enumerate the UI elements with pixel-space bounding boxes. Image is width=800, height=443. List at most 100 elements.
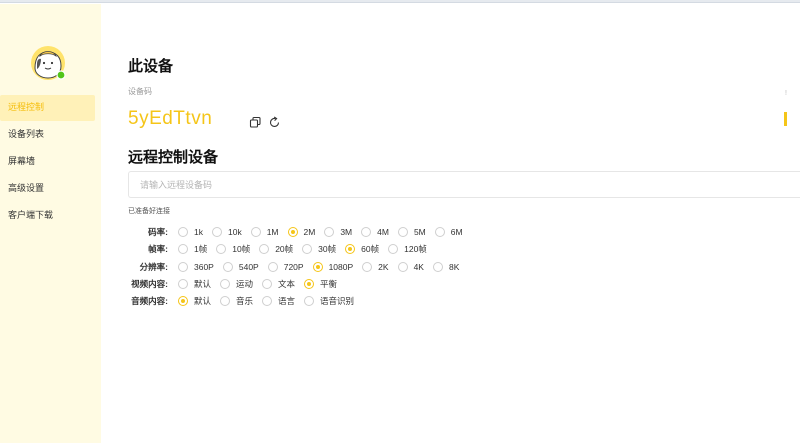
framerate-option-label: 120帧 — [404, 244, 427, 254]
bitrate-radio-option[interactable]: 5M — [397, 227, 426, 237]
video-content-radio-option[interactable]: 运动 — [220, 278, 253, 290]
video-content-radio-option[interactable]: 默认 — [178, 278, 211, 290]
video-content-option-label: 默认 — [194, 279, 212, 289]
audio-content-radio-option[interactable]: 默认 — [178, 295, 211, 307]
radio-circle-icon — [312, 262, 323, 272]
sidebar-nav: 远程控制 设备列表 屏幕墙 高级设置 客户端下载 — [0, 95, 101, 230]
bitrate-options-row: 码率: 1k 10k 1M 2M 3M 4M 5M 6M — [128, 225, 472, 239]
radio-circle-icon — [304, 279, 315, 289]
audio-content-radio-option[interactable]: 音乐 — [220, 295, 253, 307]
radio-circle-icon — [178, 296, 188, 306]
resolution-label: 分辨率: — [139, 262, 168, 272]
video-content-option-label: 文本 — [278, 279, 296, 289]
bitrate-radio-option[interactable]: 6M — [434, 227, 463, 237]
radio-circle-icon — [304, 296, 315, 306]
radio-circle-icon — [287, 227, 298, 237]
radio-circle-icon — [388, 244, 399, 254]
bitrate-radio-option[interactable]: 10k — [211, 227, 242, 237]
sidebar-item-remote-control[interactable]: 远程控制 — [0, 95, 95, 121]
sidebar-item-client-download[interactable]: 客户端下载 — [0, 203, 101, 229]
remote-device-code-input[interactable] — [128, 171, 800, 198]
bitrate-option-label: 3M — [340, 227, 353, 237]
video-content-options-row: 视频内容: 默认 运动 文本 平衡 — [128, 277, 346, 291]
video-content-radio-option[interactable]: 平衡 — [304, 278, 337, 290]
resolution-option-label: 4K — [413, 262, 424, 272]
radio-circle-icon — [432, 262, 443, 272]
resolution-radio-option[interactable]: 4K — [397, 262, 424, 272]
radio-circle-icon — [178, 227, 188, 237]
resolution-option-label: 2K — [378, 262, 389, 272]
online-status-dot — [56, 70, 66, 80]
radio-circle-icon — [216, 244, 227, 254]
audio-content-option-label: 语音识别 — [320, 296, 355, 306]
resolution-option-label: 8K — [448, 262, 460, 272]
bitrate-radio-option[interactable]: 1M — [250, 227, 279, 237]
framerate-options-row: 帧率: 1帧 10帧 20帧 30帧 60帧 120帧 — [128, 242, 436, 256]
sidebar: 远程控制 设备列表 屏幕墙 高级设置 客户端下载 — [0, 4, 101, 443]
framerate-radio-option[interactable]: 60帧 — [345, 243, 379, 255]
bitrate-option-label: 1M — [266, 227, 279, 237]
radio-circle-icon — [262, 279, 273, 289]
resolution-radio-option[interactable]: 720P — [267, 262, 304, 272]
this-device-title: 此设备 — [128, 58, 174, 75]
bitrate-option-label: 10k — [227, 227, 242, 237]
audio-content-options-row: 音频内容: 默认 音乐 语言 语音识别 — [128, 294, 363, 308]
resolution-radio-option[interactable]: 1080P — [312, 262, 353, 272]
framerate-radio-option[interactable]: 10帧 — [216, 243, 250, 255]
audio-content-radio-option[interactable]: 语言 — [262, 295, 295, 307]
audio-content-label: 音频内容: — [131, 296, 168, 306]
avatar[interactable] — [29, 44, 67, 82]
audio-content-option-label: 语言 — [278, 296, 296, 306]
radio-circle-icon — [262, 296, 273, 306]
device-code: 5yEdTtvn — [128, 108, 213, 129]
audio-content-option-label: 默认 — [194, 296, 212, 306]
resolution-radio-option[interactable]: 8K — [432, 262, 460, 272]
sidebar-item-advanced-settings[interactable]: 高级设置 — [0, 176, 101, 202]
bitrate-radio-option[interactable]: 2M — [287, 227, 315, 237]
bitrate-radio-option[interactable]: 4M — [361, 227, 389, 237]
framerate-label: 帧率: — [148, 244, 168, 254]
bitrate-radio-option[interactable]: 1k — [178, 227, 203, 237]
video-content-label: 视频内容: — [131, 279, 168, 289]
resolution-radio-option[interactable]: 540P — [222, 262, 259, 272]
copy-icon[interactable] — [249, 116, 262, 129]
radio-circle-icon — [250, 227, 261, 237]
framerate-radio-option[interactable]: 30帧 — [302, 243, 336, 255]
radio-circle-icon — [267, 262, 278, 272]
radio-circle-icon — [361, 227, 372, 237]
bitrate-label: 码率: — [148, 227, 168, 237]
radio-circle-icon — [178, 244, 188, 254]
resolution-radio-option[interactable]: 2K — [362, 262, 389, 272]
framerate-radio-option[interactable]: 120帧 — [388, 243, 427, 255]
framerate-option-label: 1帧 — [194, 244, 208, 254]
edge-accent-bar — [784, 112, 787, 126]
radio-circle-icon — [324, 227, 335, 237]
framerate-option-label: 60帧 — [361, 244, 380, 254]
radio-circle-icon — [178, 279, 188, 289]
radio-circle-icon — [220, 279, 231, 289]
framerate-radio-option[interactable]: 20帧 — [259, 243, 293, 255]
radio-circle-icon — [259, 244, 270, 254]
resolution-option-label: 360P — [194, 262, 214, 272]
audio-content-radio-option[interactable]: 语音识别 — [304, 295, 354, 307]
framerate-option-label: 20帧 — [275, 244, 294, 254]
radio-circle-icon — [222, 262, 233, 272]
radio-circle-icon — [211, 227, 222, 237]
sidebar-item-screen-wall[interactable]: 屏幕墙 — [0, 149, 101, 175]
framerate-option-label: 30帧 — [318, 244, 337, 254]
radio-circle-icon — [178, 262, 188, 272]
device-code-label: 设备码 — [128, 87, 152, 96]
framerate-radio-option[interactable]: 1帧 — [178, 243, 207, 255]
refresh-icon[interactable] — [268, 116, 281, 129]
bitrate-radio-option[interactable]: 3M — [324, 227, 352, 237]
avatar-icon — [31, 46, 66, 80]
resolution-option-label: 720P — [283, 262, 304, 272]
main-panel: 此设备 设备码 5yEdTtvn ! 远程控制设备 已准备好连接 码率: 1k 10… — [128, 0, 800, 443]
bitrate-option-label: 5M — [413, 227, 426, 237]
video-content-radio-option[interactable]: 文本 — [262, 278, 295, 290]
sidebar-item-device-list[interactable]: 设备列表 — [0, 122, 101, 148]
resolution-radio-option[interactable]: 360P — [178, 262, 214, 272]
video-content-option-label: 运动 — [236, 279, 254, 289]
radio-circle-icon — [302, 244, 313, 254]
framerate-option-label: 10帧 — [232, 244, 251, 254]
